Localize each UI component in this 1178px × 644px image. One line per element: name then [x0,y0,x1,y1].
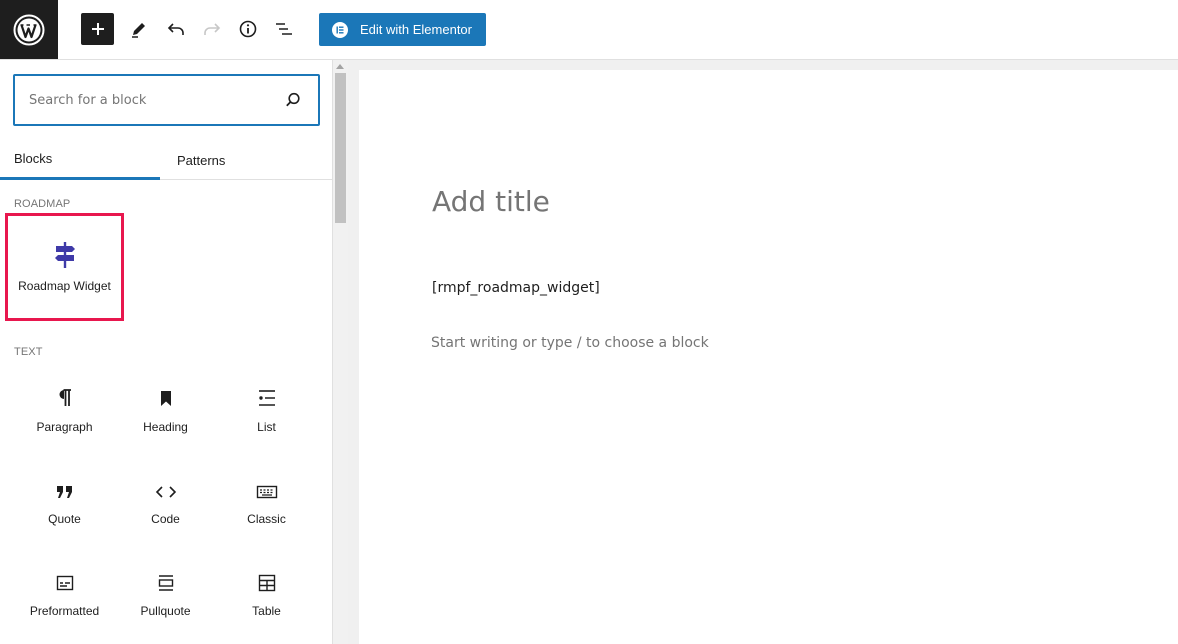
quote-icon [55,462,75,506]
tab-patterns[interactable]: Patterns [160,140,240,180]
post-title-input[interactable]: Add title [432,185,550,218]
block-item-paragraph[interactable]: Paragraph [14,370,115,462]
block-label: Preformatted [29,604,100,618]
pencil-icon [132,23,145,38]
sidebar-scrollbar[interactable] [333,60,348,644]
bookmark-icon [159,370,173,414]
paragraph-icon [57,370,73,414]
edit-with-elementor-button[interactable]: Edit with Elementor [319,13,486,46]
editor-canvas [359,70,1178,644]
block-item-classic[interactable]: Classic [216,462,317,554]
block-item-roadmap-widget[interactable]: Roadmap Widget [14,230,115,322]
default-block-appender[interactable]: Start writing or type / to choose a bloc… [431,335,709,351]
block-label: Quote [48,512,81,526]
block-label: Code [151,512,180,526]
details-button[interactable] [231,13,265,45]
block-item-preformatted[interactable]: Preformatted [14,554,115,644]
editor-toolbar: Edit with Elementor [0,0,1178,60]
search-icon [286,92,300,107]
code-icon [155,462,177,506]
block-label: Roadmap Widget [18,279,111,293]
plus-icon [91,23,104,35]
undo-icon [167,23,184,35]
pullquote-icon [156,554,176,598]
list-view-icon [276,23,292,35]
edit-with-elementor-label: Edit with Elementor [360,22,472,37]
preformatted-icon [55,554,75,598]
block-label: Paragraph [36,420,93,434]
block-inserter-panel: Blocks Patterns ROADMAP Roadmap Widget T… [0,60,333,644]
redo-icon [204,23,221,35]
list-icon [257,370,277,414]
add-block-button[interactable] [81,13,114,45]
scrollbar-thumb[interactable] [335,73,346,223]
tab-patterns-label: Patterns [177,152,226,168]
block-item-table[interactable]: Table [216,554,317,644]
table-icon [257,554,277,598]
block-label: Heading [143,420,188,434]
block-item-code[interactable]: Code [115,462,216,554]
block-label: Table [252,604,281,618]
category-label-roadmap: ROADMAP [14,198,71,210]
block-label: Classic [247,512,286,526]
keyboard-icon [256,462,278,506]
block-item-heading[interactable]: Heading [115,370,216,462]
block-search-input[interactable] [29,76,279,124]
tools-button[interactable] [122,13,156,45]
redo-button[interactable] [195,13,229,45]
scroll-up-arrow-icon[interactable] [336,64,344,69]
shortcode-block[interactable]: [rmpf_roadmap_widget] [432,280,600,296]
block-label: List [257,420,276,434]
elementor-icon [332,21,348,38]
block-item-list[interactable]: List [216,370,317,462]
info-icon [239,20,257,38]
tab-blocks[interactable]: Blocks [0,140,160,180]
undo-button[interactable] [159,13,193,45]
block-item-pullquote[interactable]: Pullquote [115,554,216,644]
tab-blocks-label: Blocks [14,151,53,166]
wordpress-logo-icon[interactable] [0,0,58,59]
block-item-quote[interactable]: Quote [14,462,115,554]
signpost-icon [53,230,77,268]
block-search-box [13,74,320,126]
block-label: Pullquote [140,604,191,618]
category-label-text: TEXT [14,346,43,358]
inserter-tabs: Blocks Patterns [0,140,332,180]
list-view-button[interactable] [267,13,301,45]
